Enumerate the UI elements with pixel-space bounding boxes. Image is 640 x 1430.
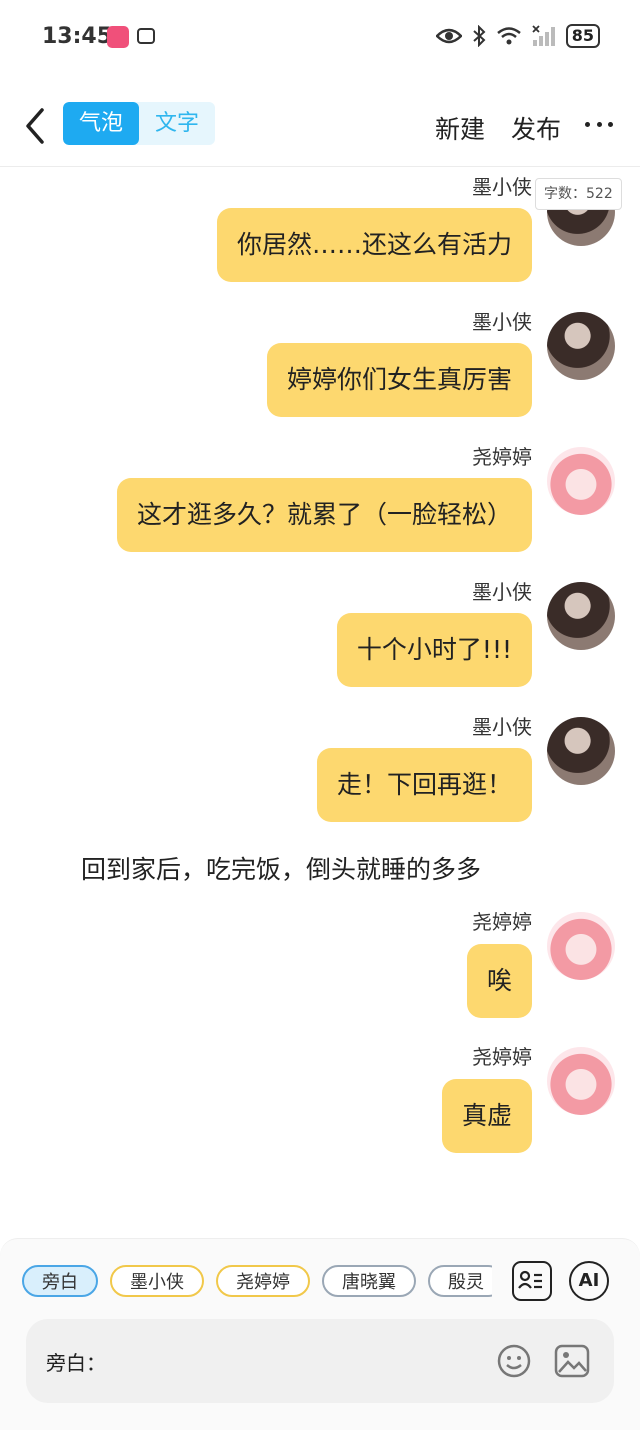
status-time: 13:45 (42, 24, 113, 49)
message-bubble[interactable]: 这才逛多久？就累了（一脸轻松） (116, 478, 532, 552)
mode-toggle: 气泡 文字 (63, 102, 215, 145)
input-role-prefix: 旁白： (46, 1351, 106, 1375)
message-bubble[interactable]: 婷婷你们女生真厉害 (266, 343, 532, 417)
emoji-icon[interactable] (496, 1343, 532, 1379)
eye-icon (435, 28, 462, 44)
sender-name: 尧婷婷 (472, 910, 532, 934)
battery-indicator: 85 (565, 24, 600, 48)
tv-app-icon (137, 28, 155, 44)
role-selector: 旁白 墨小侠 尧婷婷 唐晓翼 殷灵 (22, 1265, 492, 1301)
role-chip-narration[interactable]: 旁白 (22, 1265, 98, 1297)
message-bubble[interactable]: 唉 (466, 944, 532, 1018)
image-picker-icon[interactable] (553, 1343, 591, 1379)
composer-panel: 旁白 墨小侠 尧婷婷 唐晓翼 殷灵 AI 旁白： (0, 1238, 640, 1430)
sender-name: 墨小侠 (472, 310, 532, 334)
back-arrow-icon[interactable] (18, 106, 52, 146)
message-input-box: 旁白： (26, 1319, 614, 1403)
ai-button[interactable]: AI (569, 1261, 609, 1301)
app-notification-icon (107, 26, 129, 48)
tab-text[interactable]: 文字 (139, 102, 215, 145)
role-chip-tangxiaoyi[interactable]: 唐晓翼 (322, 1265, 416, 1297)
more-options-icon[interactable] (585, 122, 613, 130)
girl-avatar[interactable] (547, 1047, 615, 1115)
bluetooth-icon (473, 25, 486, 47)
new-button[interactable]: 新建 (435, 110, 485, 146)
sender-name: 墨小侠 (472, 580, 532, 604)
girl-avatar[interactable] (547, 912, 615, 980)
sender-name: 尧婷婷 (472, 1045, 532, 1069)
word-count-badge: 字数：522 (535, 178, 622, 210)
boy-avatar[interactable] (547, 582, 615, 650)
tab-bubble[interactable]: 气泡 (63, 102, 139, 145)
role-chip-moxiaoxia[interactable]: 墨小侠 (110, 1265, 204, 1297)
boy-avatar[interactable] (547, 717, 615, 785)
character-list-icon[interactable] (512, 1261, 552, 1301)
sender-name: 墨小侠 (472, 715, 532, 739)
message-bubble[interactable]: 真虚 (441, 1079, 532, 1153)
message-bubble[interactable]: 你居然……还这么有活力 (216, 208, 532, 282)
wifi-icon (496, 27, 521, 45)
boy-avatar[interactable] (547, 312, 615, 380)
contact-card-icon (518, 1270, 542, 1289)
message-input[interactable] (116, 1341, 480, 1383)
sender-name: 尧婷婷 (472, 445, 532, 469)
role-chip-yinling[interactable]: 殷灵 (428, 1265, 492, 1297)
signal-icon (532, 25, 555, 46)
publish-button[interactable]: 发布 (511, 110, 561, 146)
top-bar: 气泡 文字 新建 发布 (0, 86, 640, 167)
role-chip-yaotingting[interactable]: 尧婷婷 (216, 1265, 310, 1297)
status-bar: 13:45 85 (0, 0, 640, 76)
message-bubble[interactable]: 十个小时了!!! (336, 613, 532, 687)
narration-text[interactable]: 回到家后，吃完饭，倒头就睡的多多 (81, 850, 481, 886)
sender-name: 墨小侠 (472, 175, 532, 199)
girl-avatar[interactable] (547, 447, 615, 515)
message-bubble[interactable]: 走！下回再逛！ (316, 748, 532, 822)
